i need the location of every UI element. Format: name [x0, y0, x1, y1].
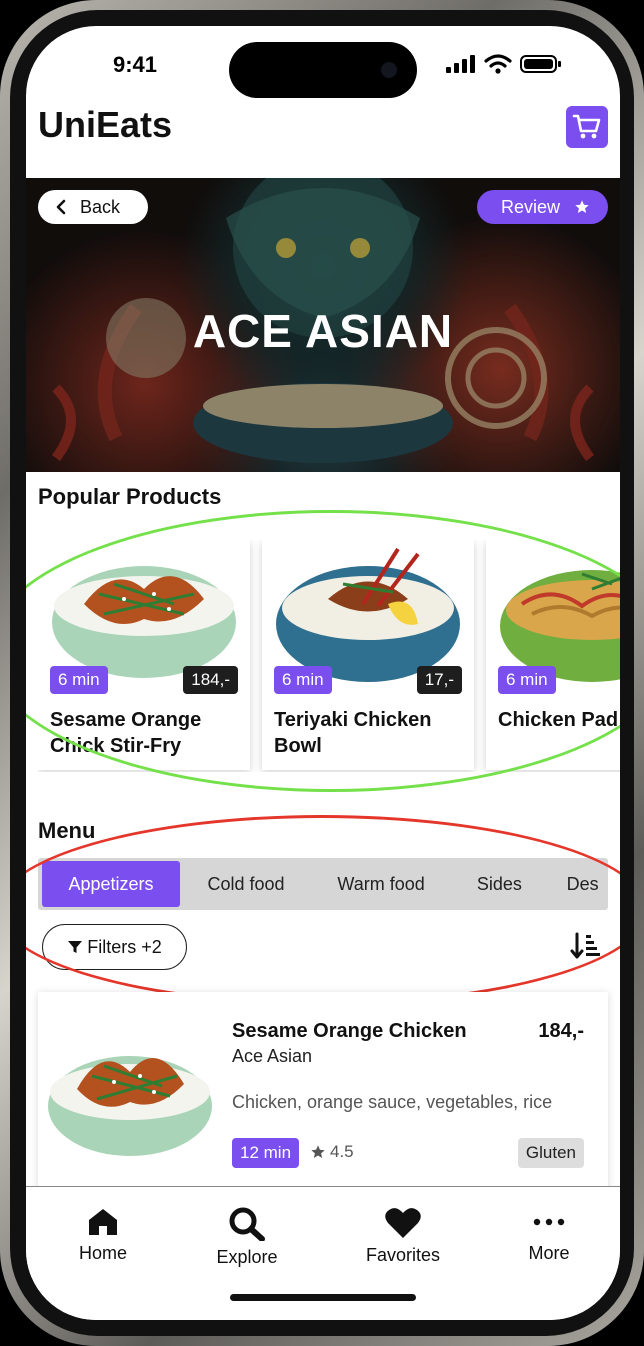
- prep-time-badge: 12 min: [232, 1138, 300, 1168]
- home-indicator: [230, 1294, 416, 1301]
- nav-home[interactable]: Home: [48, 1207, 158, 1264]
- back-label: Back: [80, 196, 121, 217]
- nav-explore-label: Explore: [216, 1247, 278, 1267]
- more-dots-icon: [533, 1218, 565, 1226]
- review-button[interactable]: Review: [477, 190, 608, 224]
- restaurant-name: ACE ASIAN: [192, 305, 454, 357]
- back-button[interactable]: Back: [38, 190, 148, 224]
- battery-icon: [520, 55, 561, 73]
- nav-explore[interactable]: Explore: [192, 1207, 302, 1268]
- review-label: Review: [501, 196, 561, 217]
- nav-more[interactable]: More: [494, 1207, 604, 1264]
- star-icon: [311, 1145, 325, 1158]
- nav-more-label: More: [528, 1243, 570, 1263]
- restaurant-hero-banner: ACE ASIAN Back Review: [26, 178, 620, 472]
- app-title: UniEats: [38, 104, 173, 145]
- front-camera: [381, 62, 397, 78]
- menu-item-description: Chicken, orange sauce, vegetables, rice: [232, 1092, 553, 1112]
- signal-icon: [446, 55, 475, 73]
- status-icons: [446, 54, 562, 74]
- menu-item-name: Sesame Orange Chicken: [232, 1020, 467, 1042]
- heart-icon: [385, 1208, 421, 1238]
- popular-products-title: Popular Products: [38, 484, 222, 509]
- home-icon: [89, 1209, 117, 1235]
- status-time: 9:41: [113, 52, 158, 77]
- search-icon: [229, 1207, 265, 1241]
- highlight-annotation-green: [26, 510, 620, 792]
- cart-icon: [572, 114, 601, 139]
- nav-favorites-label: Favorites: [365, 1245, 441, 1265]
- highlight-annotation-red: [26, 815, 620, 1005]
- star-icon: [575, 200, 589, 213]
- menu-item-price: 184,-: [538, 1020, 584, 1042]
- menu-title: Menu: [38, 818, 96, 843]
- rating: 4.5: [310, 1142, 354, 1162]
- app-screen: 9:41 UniEats ACE ASIAN Back Review Popul…: [26, 26, 620, 1320]
- nav-home-label: Home: [78, 1243, 127, 1263]
- allergen-tag: Gluten: [517, 1138, 584, 1168]
- cart-button[interactable]: [566, 106, 608, 148]
- dish-image: [48, 1056, 212, 1156]
- wifi-icon: [484, 54, 512, 74]
- rating-value: 4.5: [330, 1142, 354, 1161]
- menu-item-restaurant: Ace Asian: [232, 1046, 313, 1066]
- chevron-left-icon: [56, 199, 66, 215]
- nav-favorites[interactable]: Favorites: [348, 1207, 458, 1266]
